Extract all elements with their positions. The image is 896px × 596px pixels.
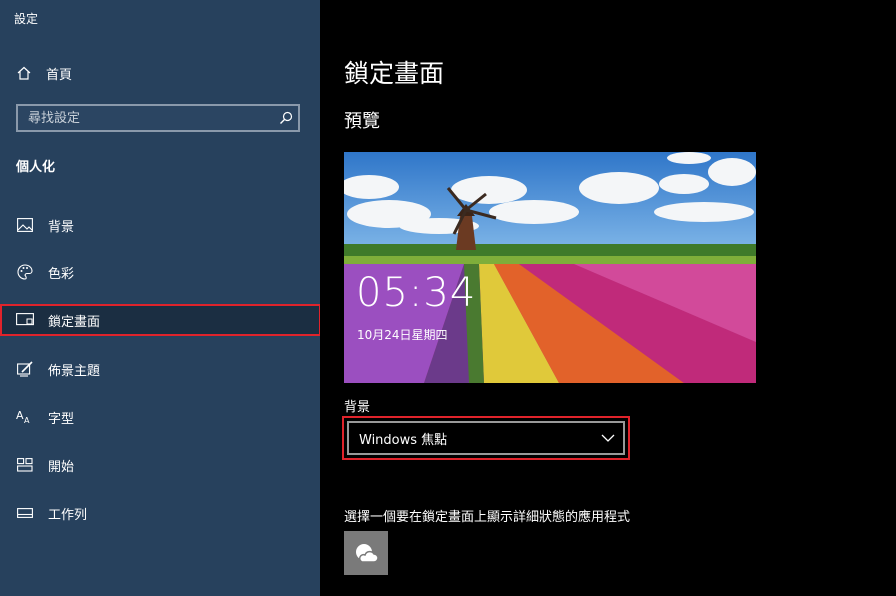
themes-icon	[16, 360, 34, 378]
sidebar-item-label: 開始	[48, 459, 75, 475]
weather-icon	[356, 544, 379, 563]
sidebar-item-fonts[interactable]: AA 字型	[0, 400, 320, 434]
lock-screen-time: 05:34	[356, 270, 477, 316]
sidebar-item-lock-screen[interactable]: 鎖定畫面	[0, 304, 321, 336]
search-input[interactable]	[18, 109, 274, 127]
sidebar-item-label: 佈景主題	[48, 363, 101, 379]
background-dropdown-value: Windows 焦點	[359, 432, 448, 448]
lock-screen-icon	[16, 311, 34, 329]
sidebar-item-label: 鎖定畫面	[48, 314, 101, 330]
search-icon[interactable]	[274, 111, 298, 125]
lock-screen-preview: 05:34 10月24日星期四	[344, 152, 756, 383]
sidebar-item-start[interactable]: 開始	[0, 448, 320, 482]
main-content: 鎖定畫面 預覽 05:34 10月24日星期四 背景 Windows 焦點 選擇…	[320, 0, 896, 596]
picture-icon	[16, 216, 34, 234]
background-label: 背景	[344, 400, 371, 415]
background-dropdown-highlight: Windows 焦點	[342, 416, 630, 460]
sidebar: 設定 首頁 個人化 背景 色彩 鎖定畫面 佈景主題	[0, 0, 321, 596]
start-icon	[16, 456, 34, 474]
sidebar-item-label: 色彩	[48, 266, 75, 282]
sidebar-item-label: 工作列	[48, 507, 88, 523]
sidebar-item-background[interactable]: 背景	[0, 208, 320, 242]
tulip-field-image	[344, 152, 756, 383]
preview-heading: 預覽	[344, 111, 380, 132]
search-box[interactable]	[16, 104, 300, 132]
section-title: 個人化	[16, 160, 56, 175]
sidebar-item-colors[interactable]: 色彩	[0, 255, 320, 289]
detailed-status-app-button[interactable]	[344, 531, 388, 575]
font-icon: AA	[16, 408, 34, 426]
palette-icon	[16, 263, 34, 281]
home-nav-item[interactable]: 首頁	[16, 62, 72, 84]
home-label: 首頁	[46, 67, 73, 83]
choose-app-label: 選擇一個要在鎖定畫面上顯示詳細狀態的應用程式	[344, 510, 631, 525]
sidebar-item-label: 背景	[48, 219, 75, 235]
home-icon	[17, 66, 31, 80]
taskbar-icon	[16, 504, 34, 522]
svg-text:A: A	[16, 409, 24, 422]
svg-text:A: A	[24, 416, 30, 425]
lock-screen-date: 10月24日星期四	[357, 328, 448, 342]
page-title: 鎖定畫面	[344, 59, 445, 88]
sidebar-item-taskbar[interactable]: 工作列	[0, 496, 320, 530]
app-title: 設定	[14, 12, 39, 26]
background-dropdown[interactable]: Windows 焦點	[347, 421, 625, 455]
sidebar-item-themes[interactable]: 佈景主題	[0, 352, 320, 386]
sidebar-item-label: 字型	[48, 411, 75, 427]
chevron-down-icon	[593, 434, 623, 442]
